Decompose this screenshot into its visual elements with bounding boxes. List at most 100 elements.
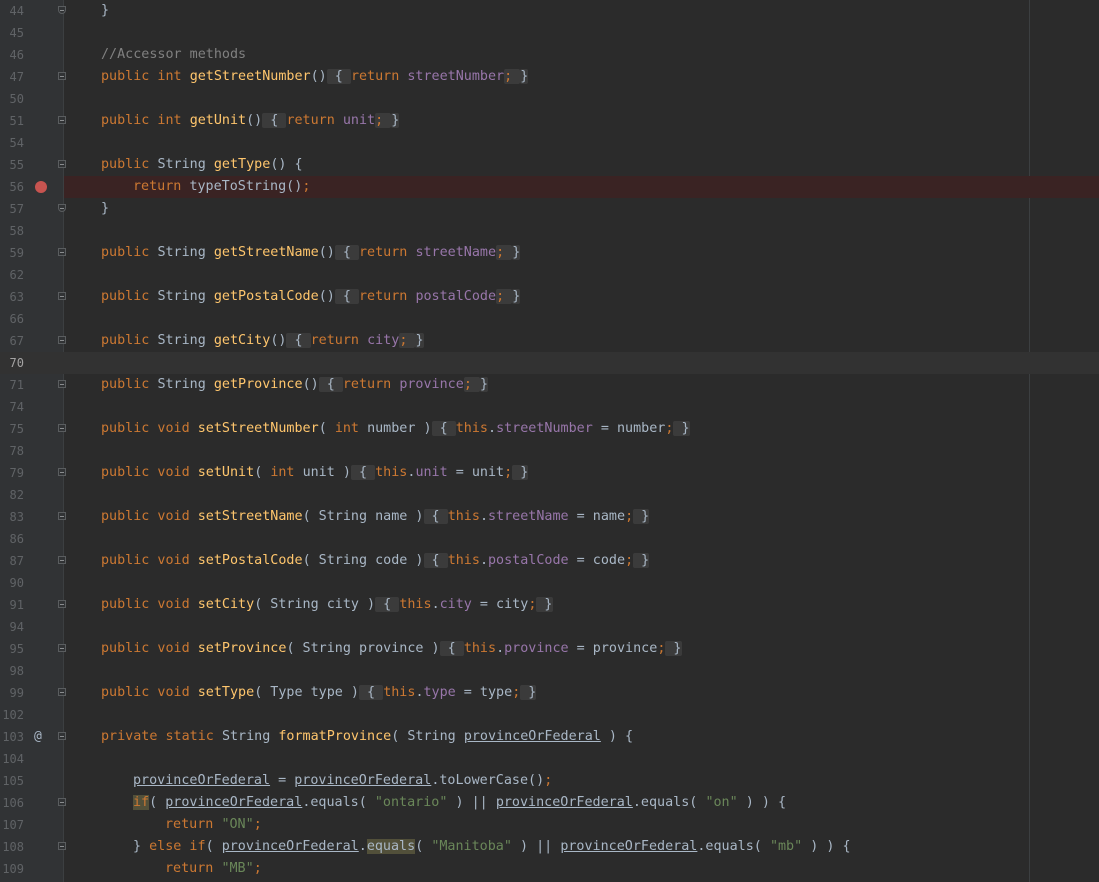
fold-collapsed-icon[interactable] [58, 556, 66, 564]
code-line[interactable]: 105 provinceOrFederal = provinceOrFedera… [0, 770, 1099, 792]
code-line-breakpoint[interactable]: 56 return typeToString(); [0, 176, 1099, 198]
line-number: 74 [9, 400, 24, 414]
code-line[interactable]: 91 public void setCity( String city ) { … [0, 594, 1099, 616]
code-text[interactable]: public void setCity( String city ) { thi… [101, 594, 553, 616]
line-number: 107 [2, 818, 24, 832]
code-line[interactable]: 46 //Accessor methods [0, 44, 1099, 66]
code-line[interactable]: 57 } [0, 198, 1099, 220]
code-editor[interactable]: 44 } 45 46 //Accessor methods 47 public … [0, 0, 1099, 882]
line-number: 62 [9, 268, 24, 282]
code-line[interactable]: 82 [0, 484, 1099, 506]
code-line[interactable]: 71 public String getProvince() { return … [0, 374, 1099, 396]
code-line[interactable]: 103 @ private static String formatProvin… [0, 726, 1099, 748]
code-line[interactable]: 55 public String getType() { [0, 154, 1099, 176]
fold-collapsed-icon[interactable] [58, 380, 66, 388]
code-text[interactable]: return typeToString(); [101, 176, 310, 198]
code-text[interactable]: } [101, 198, 109, 220]
code-text[interactable]: public String getPostalCode() { return p… [101, 286, 521, 308]
line-number: 56 [9, 180, 24, 194]
fold-collapsed-icon[interactable] [58, 424, 66, 432]
breakpoint-icon[interactable] [35, 181, 47, 193]
code-line[interactable]: 63 public String getPostalCode() { retur… [0, 286, 1099, 308]
line-number: 86 [9, 532, 24, 546]
code-line[interactable]: 102 [0, 704, 1099, 726]
fold-collapsed-icon[interactable] [58, 688, 66, 696]
line-number: 82 [9, 488, 24, 502]
code-line[interactable]: 90 [0, 572, 1099, 594]
code-text[interactable]: return "MB"; [101, 858, 262, 880]
code-line[interactable]: 106 if( provinceOrFederal.equals( "ontar… [0, 792, 1099, 814]
code-line[interactable]: 98 [0, 660, 1099, 682]
code-text[interactable]: public void setProvince( String province… [101, 638, 682, 660]
code-line[interactable]: 66 [0, 308, 1099, 330]
code-line[interactable]: 74 [0, 396, 1099, 418]
line-number: 55 [9, 158, 24, 172]
code-text[interactable]: public String getProvince() { return pro… [101, 374, 488, 396]
code-text[interactable]: public int getStreetNumber() { return st… [101, 66, 529, 88]
code-line[interactable]: 94 [0, 616, 1099, 638]
code-text[interactable]: public int getUnit() { return unit; } [101, 110, 400, 132]
code-line[interactable]: 67 public String getCity() { return city… [0, 330, 1099, 352]
code-text[interactable]: } else if( provinceOrFederal.equals( "Ma… [101, 836, 851, 858]
code-text[interactable]: provinceOrFederal = provinceOrFederal.to… [101, 770, 552, 792]
code-text[interactable]: public void setStreetName( String name )… [101, 506, 650, 528]
code-line[interactable]: 58 [0, 220, 1099, 242]
line-number: 70 [9, 356, 24, 370]
code-line[interactable]: 47 public int getStreetNumber() { return… [0, 66, 1099, 88]
fold-start-icon[interactable] [58, 732, 66, 740]
code-text[interactable]: } [101, 0, 109, 22]
line-number: 90 [9, 576, 24, 590]
comment-text[interactable]: //Accessor methods [101, 44, 246, 66]
code-line[interactable]: 107 return "ON"; [0, 814, 1099, 836]
fold-start-icon[interactable] [58, 842, 66, 850]
code-line[interactable]: 45 [0, 22, 1099, 44]
fold-end-icon[interactable] [58, 204, 66, 212]
code-line[interactable]: 108 } else if( provinceOrFederal.equals(… [0, 836, 1099, 858]
code-line[interactable]: 54 [0, 132, 1099, 154]
code-line[interactable]: 83 public void setStreetName( String nam… [0, 506, 1099, 528]
code-text[interactable]: if( provinceOrFederal.equals( "ontario" … [101, 792, 786, 814]
fold-collapsed-icon[interactable] [58, 336, 66, 344]
code-line[interactable]: 95 public void setProvince( String provi… [0, 638, 1099, 660]
code-line[interactable]: 59 public String getStreetName() { retur… [0, 242, 1099, 264]
code-text[interactable]: public String getStreetName() { return s… [101, 242, 521, 264]
code-line[interactable]: 62 [0, 264, 1099, 286]
code-line[interactable]: 78 [0, 440, 1099, 462]
at-annotation-icon[interactable]: @ [34, 726, 42, 748]
code-line[interactable]: 50 [0, 88, 1099, 110]
code-line[interactable]: 51 public int getUnit() { return unit; } [0, 110, 1099, 132]
fold-collapsed-icon[interactable] [58, 512, 66, 520]
line-number: 54 [9, 136, 24, 150]
code-line-current[interactable]: 70 [0, 352, 1099, 374]
code-line[interactable]: 87 public void setPostalCode( String cod… [0, 550, 1099, 572]
code-text[interactable]: public void setStreetNumber( int number … [101, 418, 690, 440]
fold-start-icon[interactable] [58, 160, 66, 168]
code-text[interactable]: public void setPostalCode( String code )… [101, 550, 650, 572]
fold-collapsed-icon[interactable] [58, 116, 66, 124]
code-text[interactable]: public String getCity() { return city; } [101, 330, 424, 352]
line-number: 46 [9, 48, 24, 62]
fold-start-icon[interactable] [58, 798, 66, 806]
code-text[interactable]: private static String formatProvince( St… [101, 726, 633, 748]
code-line[interactable]: 86 [0, 528, 1099, 550]
code-line[interactable]: 75 public void setStreetNumber( int numb… [0, 418, 1099, 440]
code-line[interactable]: 44 } [0, 0, 1099, 22]
code-line[interactable]: 109 return "MB"; [0, 858, 1099, 880]
line-number: 63 [9, 290, 24, 304]
code-text[interactable]: public String getType() { [101, 154, 303, 176]
code-line[interactable]: 99 public void setType( Type type ) { th… [0, 682, 1099, 704]
fold-collapsed-icon[interactable] [58, 248, 66, 256]
code-line[interactable]: 104 [0, 748, 1099, 770]
line-number: 44 [9, 4, 24, 18]
code-text[interactable]: return "ON"; [101, 814, 262, 836]
fold-collapsed-icon[interactable] [58, 292, 66, 300]
fold-end-icon[interactable] [58, 6, 66, 14]
fold-collapsed-icon[interactable] [58, 72, 66, 80]
fold-collapsed-icon[interactable] [58, 468, 66, 476]
code-line[interactable]: 79 public void setUnit( int unit ) { thi… [0, 462, 1099, 484]
fold-collapsed-icon[interactable] [58, 600, 66, 608]
code-text[interactable]: public void setType( Type type ) { this.… [101, 682, 537, 704]
line-number: 79 [9, 466, 24, 480]
fold-collapsed-icon[interactable] [58, 644, 66, 652]
code-text[interactable]: public void setUnit( int unit ) { this.u… [101, 462, 529, 484]
